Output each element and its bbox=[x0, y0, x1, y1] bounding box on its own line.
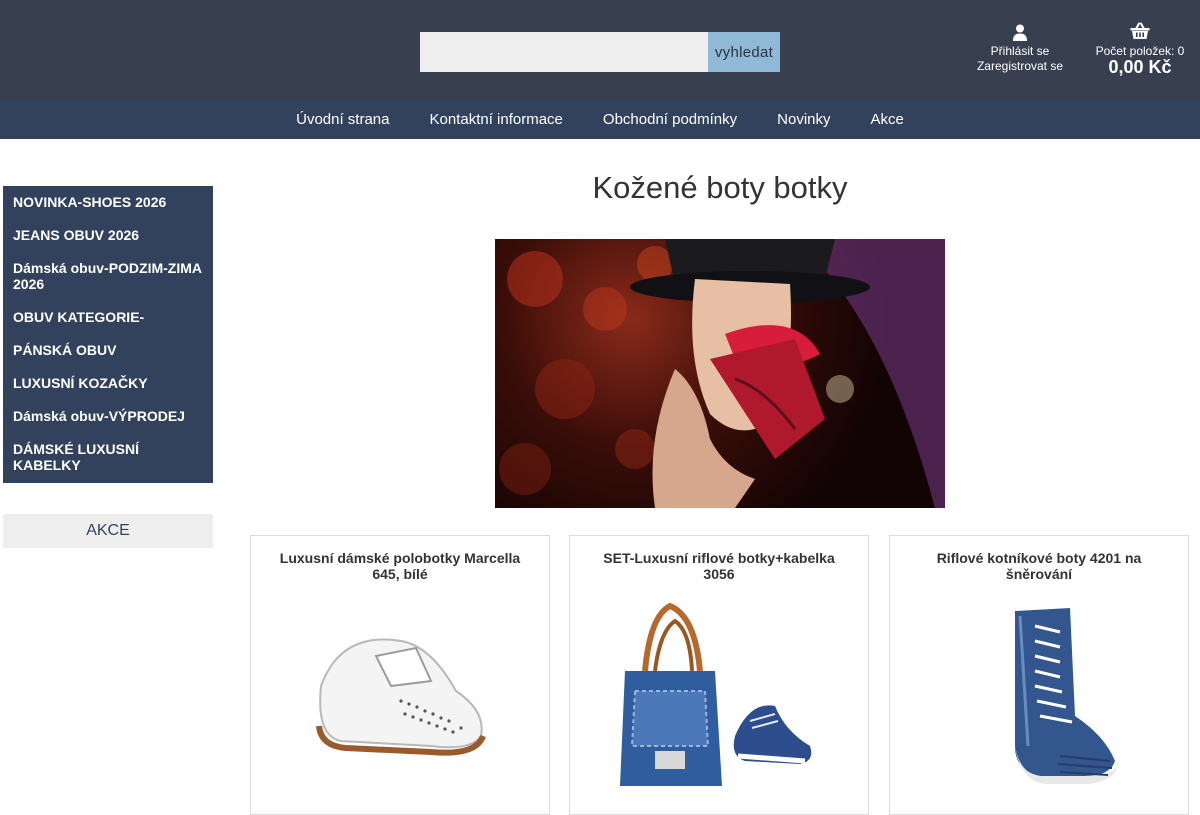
product-name-link[interactable]: Riflové kotníkové boty 4201 na šněrování bbox=[890, 536, 1188, 592]
account-block: Přihlásit se Zaregistrovat se bbox=[960, 24, 1080, 74]
cart-item-count: Počet položek: 0 bbox=[1095, 44, 1185, 58]
nav-item-terms[interactable]: Obchodní podmínky bbox=[583, 100, 757, 139]
product-image-white-shoe[interactable] bbox=[281, 596, 521, 796]
register-link[interactable]: Zaregistrovat se bbox=[960, 59, 1080, 74]
page-title: Kožené boty botky bbox=[592, 170, 848, 205]
banner-illustration bbox=[499, 239, 945, 508]
product-name-link[interactable]: SET-Luxusní riflové botky+kabelka 3056 bbox=[570, 536, 868, 592]
login-link[interactable]: Přihlásit se bbox=[960, 44, 1080, 59]
sidebar-item-luxusni-kozacky[interactable]: LUXUSNÍ KOZAČKY bbox=[3, 367, 213, 400]
basket-icon bbox=[1130, 22, 1150, 39]
sidebar-item-novinka-shoes[interactable]: NOVINKA-SHOES 2026 bbox=[3, 186, 213, 219]
search-input[interactable] bbox=[420, 32, 708, 72]
nav-item-contact[interactable]: Kontaktní informace bbox=[410, 100, 583, 139]
cart-total: 0,00 Kč bbox=[1108, 57, 1172, 77]
product-card[interactable]: Luxusní dámské polobotky Marcella 645, b… bbox=[250, 535, 550, 815]
sidebar-item-vyprodej[interactable]: Dámská obuv-VÝPRODEJ bbox=[3, 400, 213, 433]
product-card[interactable]: Riflové kotníkové boty 4201 na šněrování bbox=[889, 535, 1189, 815]
category-sidebar: NOVINKA-SHOES 2026 JEANS OBUV 2026 Dámsk… bbox=[3, 186, 213, 483]
nav-item-sale[interactable]: Akce bbox=[851, 100, 924, 139]
sidebar-item-obuv-kategorie[interactable]: OBUV KATEGORIE- bbox=[3, 301, 213, 334]
sidebar-item-kabelky[interactable]: DÁMSKÉ LUXUSNÍ KABELKY bbox=[3, 433, 213, 482]
sidebar-item-panska-obuv[interactable]: PÁNSKÁ OBUV bbox=[3, 334, 213, 367]
user-icon bbox=[1013, 24, 1027, 41]
nav-item-news[interactable]: Novinky bbox=[757, 100, 850, 139]
site-header: vyhledat Přihlásit se Zaregistrovat se P… bbox=[0, 0, 1200, 100]
sidebar-item-podzim-zima[interactable]: Dámská obuv-PODZIM-ZIMA 2026 bbox=[3, 252, 213, 301]
akce-button[interactable]: AKCE bbox=[3, 514, 213, 548]
product-name-link[interactable]: Luxusní dámské polobotky Marcella 645, b… bbox=[251, 536, 549, 592]
search-bar: vyhledat bbox=[420, 32, 780, 72]
product-card[interactable]: SET-Luxusní riflové botky+kabelka 3056 bbox=[569, 535, 869, 815]
main-nav: Úvodní strana Kontaktní informace Obchod… bbox=[0, 100, 1200, 139]
hero-banner-image bbox=[495, 239, 945, 508]
sidebar-item-jeans-obuv[interactable]: JEANS OBUV 2026 bbox=[3, 219, 213, 252]
cart-block[interactable]: Počet položek: 0 0,00 Kč bbox=[1090, 22, 1190, 76]
product-image-denim-boot[interactable] bbox=[920, 596, 1160, 796]
nav-item-home[interactable]: Úvodní strana bbox=[276, 100, 409, 139]
product-image-denim-set[interactable] bbox=[600, 596, 840, 796]
search-button[interactable]: vyhledat bbox=[708, 32, 780, 72]
